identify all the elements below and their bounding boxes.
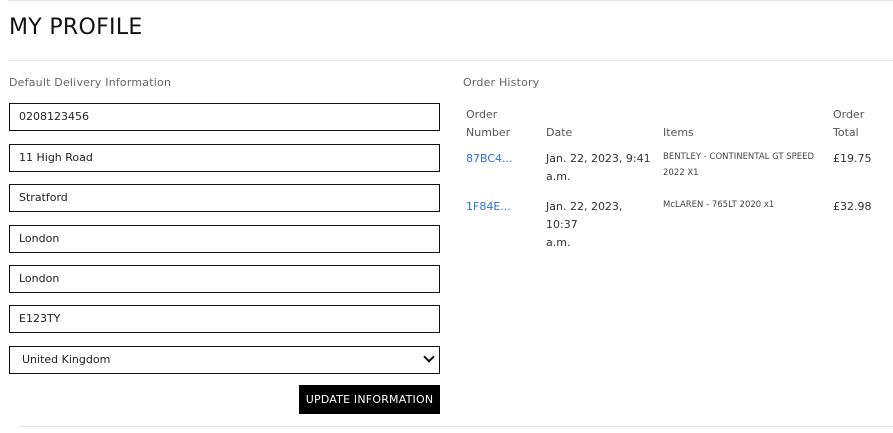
order-date: Jan. 22, 2023, 9:41 a.m.	[546, 152, 651, 183]
postcode-field[interactable]: E123TY	[9, 305, 440, 333]
order-number-link[interactable]: 87BC4...	[466, 150, 536, 168]
street-address1-field[interactable]: 11 High Road	[9, 144, 440, 172]
chevron-down-icon	[423, 351, 435, 363]
column-header-order-total: Order Total	[833, 108, 865, 139]
column-header-date: Date	[546, 126, 573, 139]
order-number-link[interactable]: 1F84E...	[466, 198, 536, 216]
country-select-value: United Kingdom	[22, 353, 111, 366]
street-address2-field[interactable]: Stratford	[9, 184, 440, 212]
order-total: £32.98	[833, 200, 872, 213]
page-title: MY PROFILE	[9, 15, 143, 40]
order-history-section-label: Order History	[463, 76, 540, 89]
county-field[interactable]: London	[9, 265, 440, 293]
town-or-city-field[interactable]: London	[9, 225, 440, 253]
country-select[interactable]: United Kingdom	[9, 346, 440, 374]
title-divider	[8, 60, 893, 61]
order-items: BENTLEY - CONTINENTAL GT SPEED 2022 x1	[663, 152, 815, 178]
order-items: McLAREN - 765LT 2020 x1	[663, 200, 775, 210]
column-header-items: Items	[663, 126, 694, 139]
update-information-button[interactable]: UPDATE INFORMATION	[299, 385, 440, 414]
bottom-divider	[20, 426, 893, 427]
column-header-order-number: Order Number	[466, 108, 511, 139]
delivery-section-label: Default Delivery Information	[9, 76, 172, 89]
profile-page: MY PROFILE Default Delivery Information …	[0, 0, 893, 433]
order-date: Jan. 22, 2023, 10:37 a.m.	[546, 200, 623, 249]
phone-number-field[interactable]: 0208123456	[9, 103, 440, 131]
order-total: £19.75	[833, 152, 872, 165]
top-divider	[8, 0, 893, 1]
